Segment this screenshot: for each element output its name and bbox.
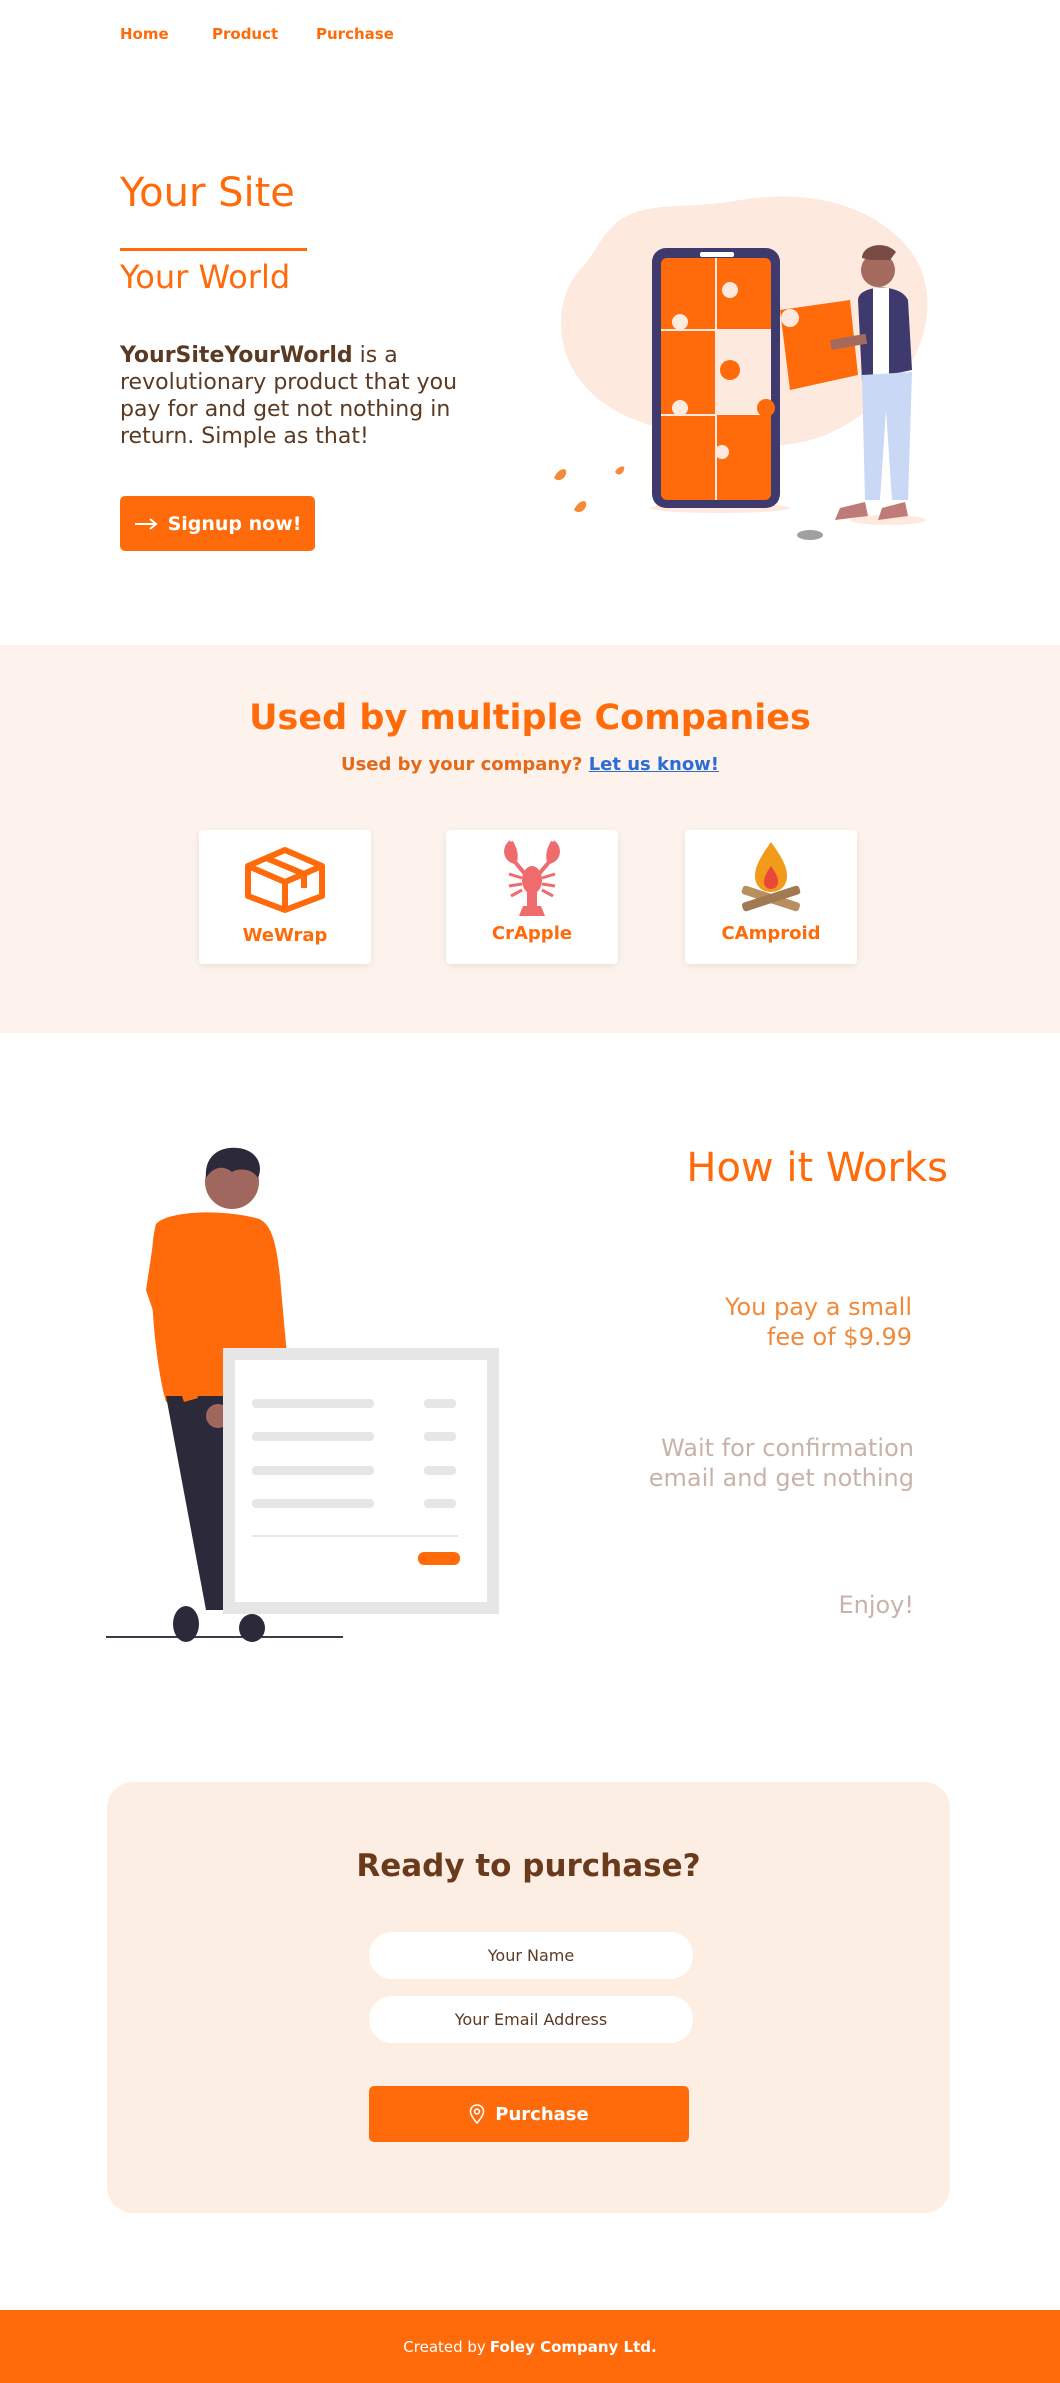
step-1-line-1: You pay a small [724, 1293, 912, 1321]
email-input[interactable] [369, 1996, 693, 2043]
company-card-wewrap: WeWrap [199, 830, 371, 964]
hero-subtitle: Your World [120, 258, 291, 296]
signup-button-label: Signup now! [167, 512, 302, 535]
company-name: CrApple [491, 923, 573, 944]
campfire-icon [741, 842, 801, 912]
companies-subtitle-text: Used by your company? [340, 754, 583, 775]
signup-button[interactable]: Signup now! [120, 496, 315, 551]
step-2: Wait for confirmation email and get noth… [649, 1433, 914, 1493]
hero-title: Your Site [120, 170, 295, 216]
company-name: WeWrap [242, 925, 328, 946]
companies-subtitle: Used by your company? Let us know! [0, 754, 1060, 775]
purchase-button[interactable]: Purchase [369, 2086, 689, 2142]
purchase-title: Ready to purchase? [356, 1848, 701, 1884]
step-3: Enjoy! [838, 1590, 914, 1620]
step-1-line-2: fee of $9.99 [766, 1323, 912, 1351]
let-us-know-link[interactable]: Let us know! [589, 754, 719, 775]
step-1: You pay a small fee of $9.99 [725, 1292, 912, 1352]
step-2-line-1: Wait for confirmation [661, 1434, 914, 1462]
company-card-crapple: CrApple [446, 830, 618, 964]
purchase-button-label: Purchase [495, 2103, 589, 2125]
footer-company: Foley Company Ltd. [489, 2337, 657, 2356]
long-arrow-right-icon [134, 517, 158, 530]
footer-prefix: Created by [403, 2337, 486, 2356]
checklist-person-illustration [106, 1147, 499, 1642]
hero-divider [120, 248, 307, 251]
nav-home[interactable]: Home [120, 25, 169, 43]
company-card-camproid: CAmproid [685, 830, 857, 964]
company-name: CAmproid [721, 923, 821, 944]
name-input[interactable] [369, 1932, 693, 1979]
hero-brand: YourSiteYourWorld [120, 343, 353, 368]
hero-description: YourSiteYourWorld is a revolutionary pro… [120, 342, 465, 450]
step-2-line-2: email and get nothing [648, 1464, 914, 1492]
companies-title: Used by multiple Companies [249, 698, 811, 738]
footer: Created by Foley Company Ltd. [0, 2310, 1060, 2383]
step-3-line-1: Enjoy! [838, 1591, 914, 1619]
how-it-works-title: How it Works [686, 1145, 948, 1191]
box-icon [245, 847, 325, 913]
lobster-icon [504, 840, 560, 916]
map-pin-icon [469, 2104, 485, 2124]
nav-purchase[interactable]: Purchase [316, 25, 394, 43]
puzzle-phone-illustration [554, 196, 928, 540]
nav-product[interactable]: Product [212, 25, 278, 43]
